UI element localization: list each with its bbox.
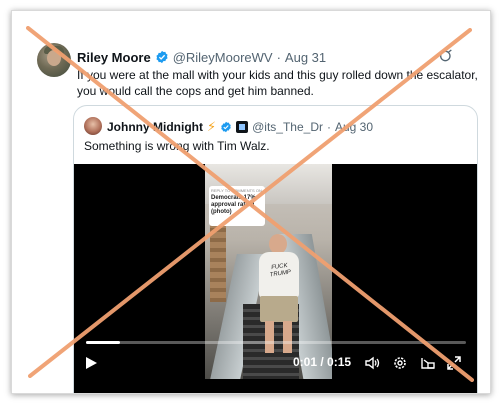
post-date[interactable]: Aug 31 (285, 50, 326, 65)
video-player[interactable]: FUCK TRUMP REPLY TO COMMENTS ON Democrat… (74, 164, 477, 393)
video-controls: 0:01 / 0:15 (74, 350, 477, 376)
tweet[interactable]: Riley Moore @RileyMooreWV · Aug 31 If yo… (12, 11, 490, 393)
fullscreen-icon[interactable] (446, 355, 462, 371)
quote-header: Johnny Midnight ⚡ @its_The_Dr · Aug 30 (107, 118, 373, 136)
quote-avatar[interactable] (84, 117, 102, 135)
tweet-text: If you were at the mall with your kids a… (77, 68, 478, 98)
tweet-header: Riley Moore @RileyMooreWV · Aug 31 (77, 48, 326, 66)
avatar[interactable] (37, 43, 71, 77)
affiliate-badge-icon (236, 121, 249, 133)
video-overlay-card: REPLY TO COMMENTS ON Democrats 17% appro… (209, 186, 265, 226)
progress-bar[interactable] (86, 341, 466, 344)
author-handle[interactable]: @RileyMooreWV (173, 50, 273, 65)
screenshot-frame: Riley Moore @RileyMooreWV · Aug 31 If yo… (11, 10, 491, 394)
play-icon[interactable] (84, 356, 98, 370)
author-name[interactable]: Riley Moore (77, 50, 151, 65)
quoted-tweet[interactable]: Johnny Midnight ⚡ @its_The_Dr · Aug 30 S… (73, 105, 478, 393)
verified-badge-icon (156, 50, 168, 64)
video-frame[interactable]: FUCK TRUMP REPLY TO COMMENTS ON Democrat… (205, 164, 332, 379)
quote-author-handle[interactable]: @its_The_Dr (252, 120, 323, 134)
lightning-icon: ⚡ (206, 119, 217, 134)
volume-icon[interactable] (364, 355, 380, 371)
overlay-text: Democrats 17% approval rating (photo) (211, 195, 256, 215)
progress-fill (86, 341, 121, 344)
quote-text: Something is wrong with Tim Walz. (84, 139, 270, 153)
settings-icon[interactable] (392, 355, 408, 371)
grok-icon[interactable] (438, 48, 454, 64)
separator: · (276, 49, 281, 65)
separator: · (327, 120, 331, 134)
verified-badge-icon (221, 121, 231, 133)
overlay-header: REPLY TO COMMENTS ON (211, 188, 262, 193)
picture-in-picture-icon[interactable] (420, 355, 436, 371)
quote-author-name[interactable]: Johnny Midnight (107, 120, 203, 134)
video-time: 0:01 / 0:15 (293, 355, 352, 369)
quote-date[interactable]: Aug 30 (335, 120, 373, 134)
